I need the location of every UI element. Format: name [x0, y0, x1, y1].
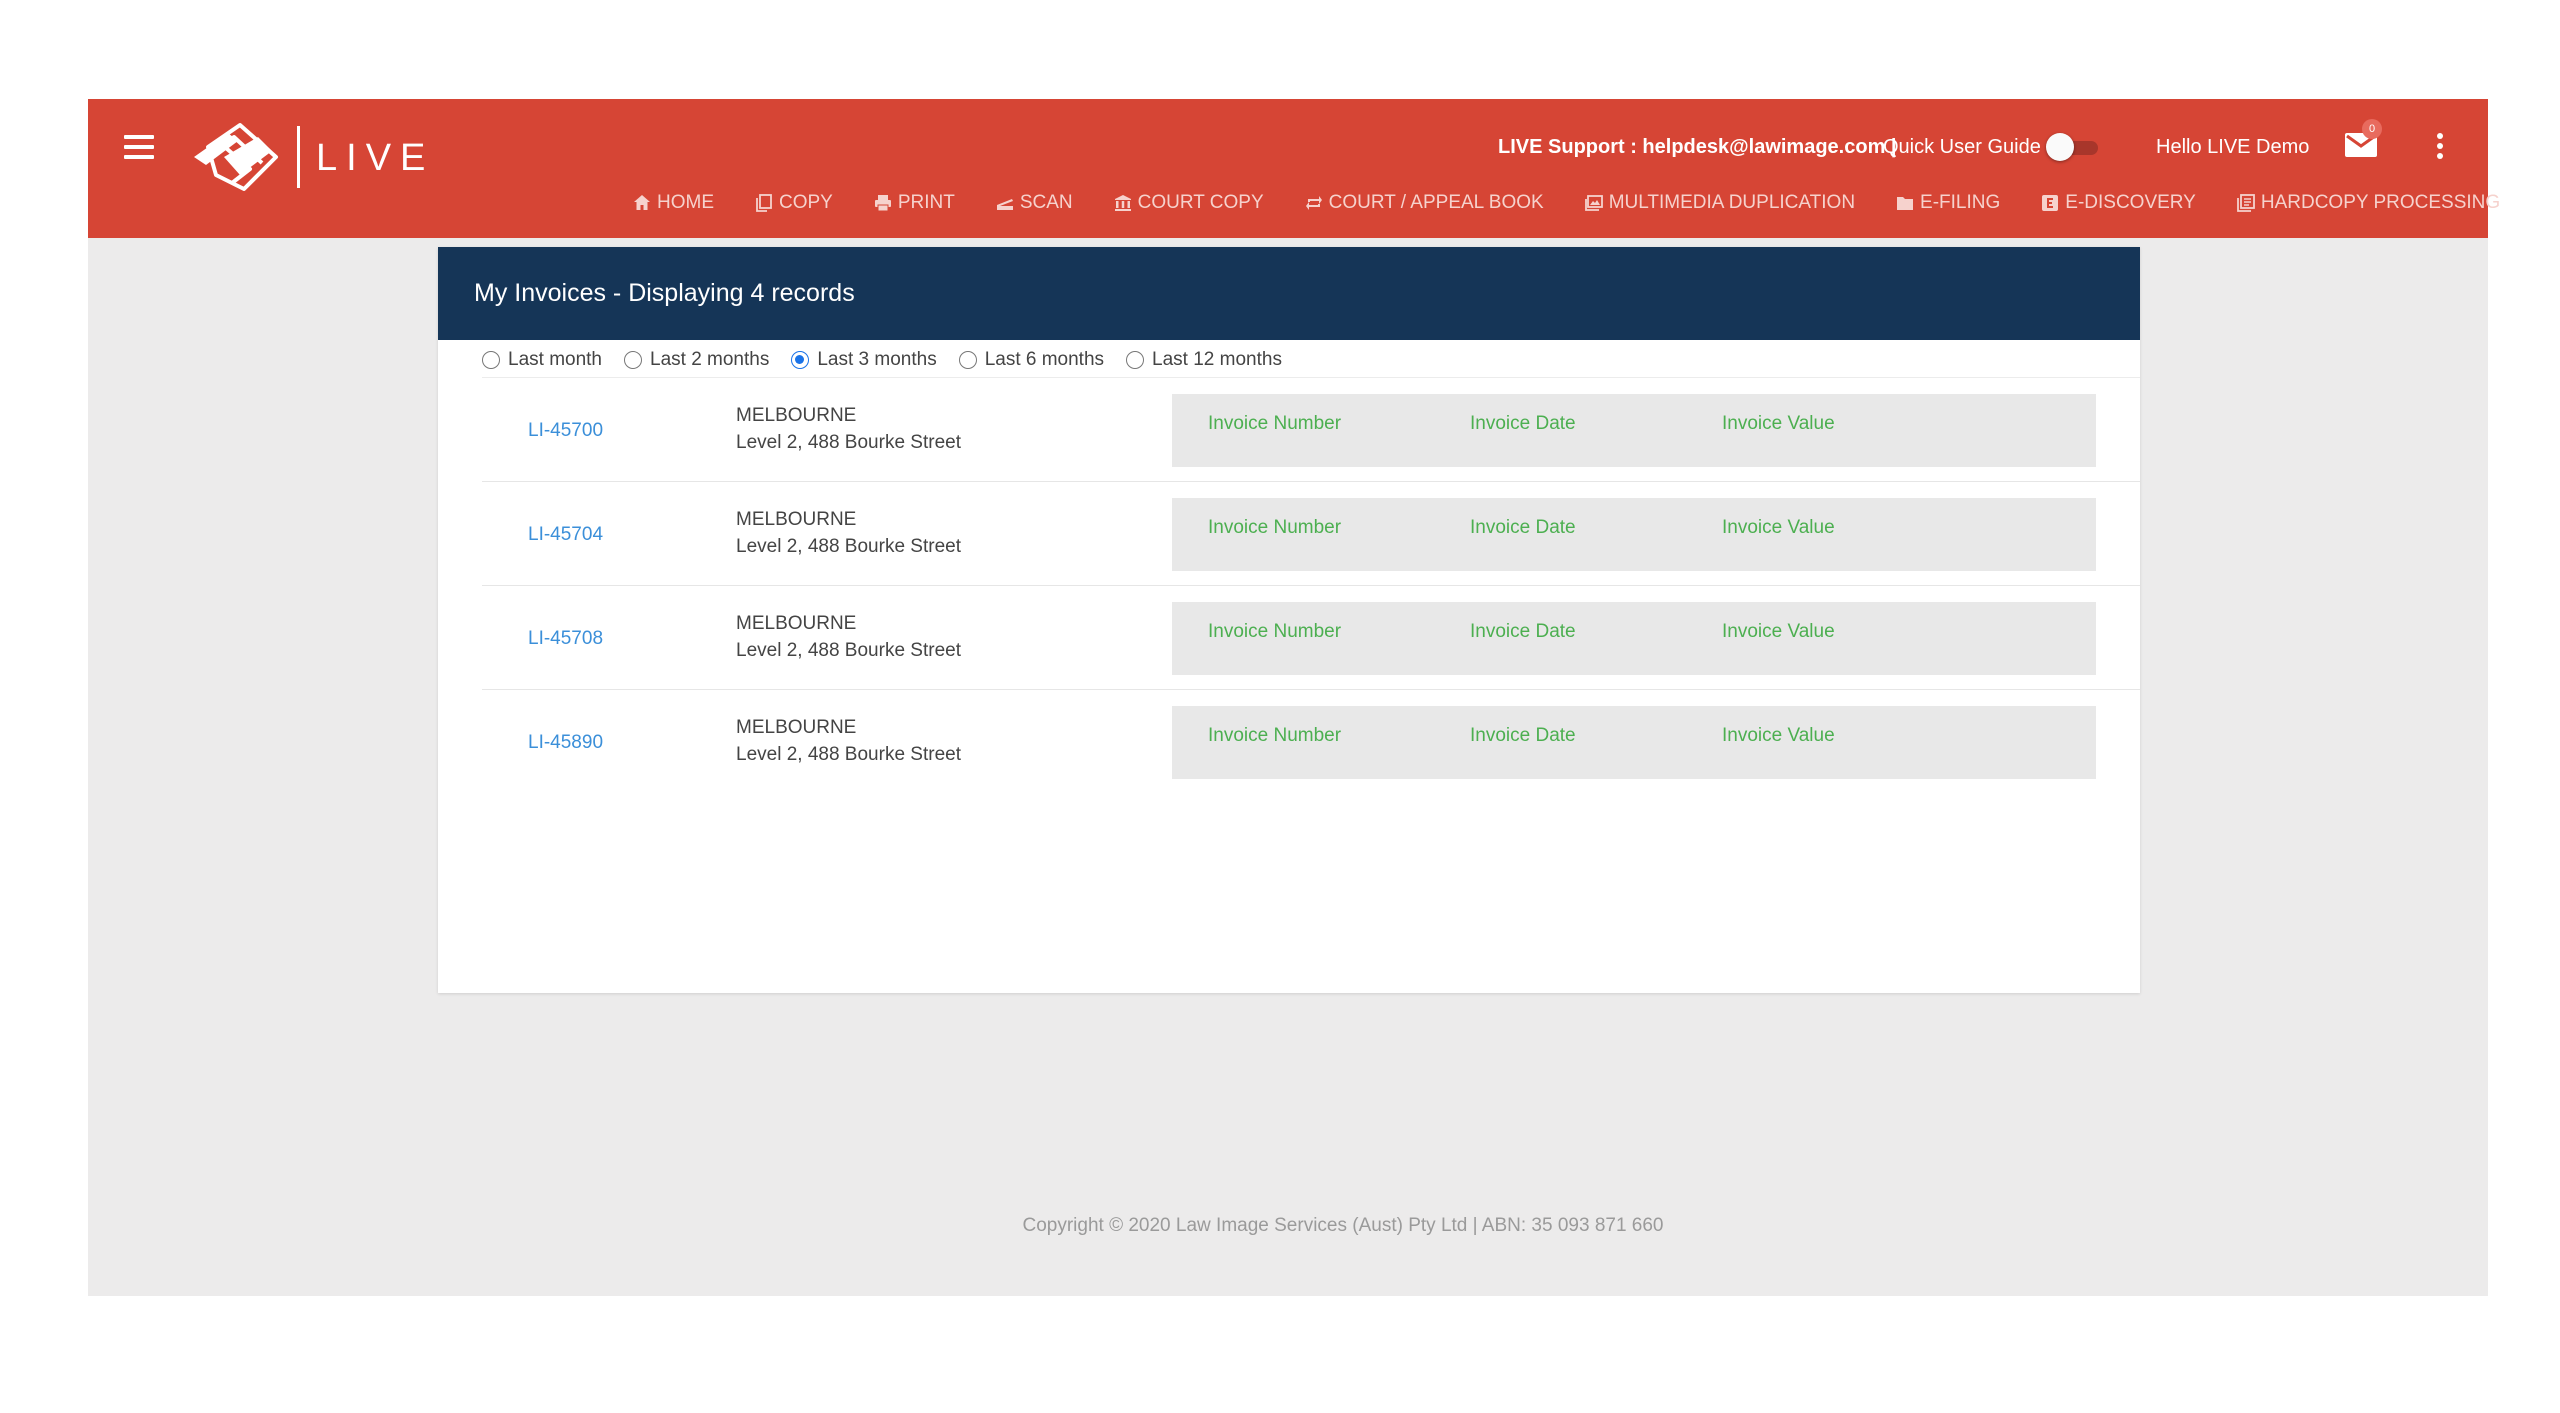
invoice-value-label: Invoice Value: [1722, 725, 1835, 746]
address-city: MELBOURNE: [736, 509, 857, 530]
invoice-row: LI-45704 MELBOURNE Level 2, 488 Bourke Str…: [482, 482, 2140, 586]
invoice-value-label: Invoice Value: [1722, 517, 1835, 538]
radio-button[interactable]: [624, 351, 642, 369]
main-nav: HOME COPY PRINT SCAN COURT COPY COURT / APPEA…: [632, 190, 2500, 216]
invoice-number-label: Invoice Number: [1208, 517, 1342, 538]
invoice-row: LI-45700 MELBOURNE Level 2, 488 Bourke Str…: [482, 378, 2140, 482]
nav-item-e-discovery[interactable]: E-DISCOVERY: [2040, 192, 2196, 214]
address-city: MELBOURNE: [736, 613, 857, 634]
invoice-date-label: Invoice Date: [1470, 621, 1576, 642]
radio-button[interactable]: [958, 351, 977, 369]
nav-item-e-filing[interactable]: E-FILING: [1895, 192, 2000, 214]
nav-item-label: HOME: [657, 192, 714, 213]
filter-last-2-months[interactable]: Last 2 months: [624, 349, 769, 371]
top-bar: LIVE LIVE Support : helpdesk@lawimage.co…: [88, 99, 2500, 238]
nav-item-label: E-FILING: [1920, 192, 2001, 213]
nav-item-court-appeal-book[interactable]: COURT / APPEAL BOOK: [1304, 192, 1544, 214]
address-city: MELBOURNE: [736, 717, 857, 738]
nav-item-label: HARDCOPY PROCESSING: [2260, 192, 2501, 213]
nav-item-label: COURT / APPEAL BOOK: [1328, 192, 1544, 213]
job-address: MELBOURNE Level 2, 488 Bourke Street: [736, 506, 961, 560]
date-range-filters: Last month Last 2 months Last 3 months Last…: [482, 345, 1304, 375]
invoice-value-label: Invoice Value: [1722, 413, 1835, 434]
user-greeting: Hello LIVE Demo: [2156, 136, 2310, 158]
nav-item-scan[interactable]: SCAN: [995, 192, 1073, 214]
more-options-icon[interactable]: [2434, 133, 2446, 161]
footer-copyright: Copyright © 2020 Law Image Services (Aus…: [1022, 1215, 1664, 1236]
logo-icon: [194, 123, 278, 191]
e-icon: [2040, 193, 2060, 213]
invoices-card: My Invoices - Displaying 4 records Last …: [438, 247, 2140, 993]
invoice-row: LI-45708 MELBOURNE Level 2, 488 Bourke Str…: [482, 586, 2140, 690]
filter-last-month[interactable]: Last month: [482, 349, 602, 371]
support-text[interactable]: LIVE Support : helpdesk@lawimage.com |: [1498, 136, 1897, 159]
invoice-details: Invoice Number Invoice Date Invoice Value: [1172, 602, 2096, 675]
nav-item-label: COPY: [779, 192, 833, 213]
invoice-row: LI-45890 MELBOURNE Level 2, 488 Bourke Str…: [482, 690, 2140, 794]
radio-button[interactable]: [482, 351, 500, 369]
invoice-number-label: Invoice Number: [1208, 621, 1342, 642]
home-icon: [632, 193, 652, 213]
menu-icon[interactable]: [124, 135, 154, 159]
nav-item-label: MULTIMEDIA DUPLICATION: [1608, 192, 1856, 213]
address-street: Level 2, 488 Bourke Street: [736, 536, 961, 557]
invoice-number-label: Invoice Number: [1208, 413, 1342, 434]
invoice-date-label: Invoice Date: [1470, 413, 1576, 434]
radio-button[interactable]: [1126, 351, 1145, 369]
invoice-number-label: Invoice Number: [1208, 725, 1342, 746]
job-number-link[interactable]: LI-45704: [528, 524, 603, 546]
address-street: Level 2, 488 Bourke Street: [736, 744, 961, 765]
folder-icon: [1895, 193, 1915, 213]
scan-icon: [995, 193, 1015, 213]
job-address: MELBOURNE Level 2, 488 Bourke Street: [736, 714, 961, 768]
nav-item-copy[interactable]: COPY: [754, 192, 833, 214]
mail-count-badge: 0: [2362, 119, 2382, 139]
repeat-icon: [1304, 193, 1324, 213]
invoice-list: LI-45700 MELBOURNE Level 2, 488 Bourke Str…: [482, 378, 2140, 794]
invoice-value-label: Invoice Value: [1722, 621, 1835, 642]
filter-label: Last 3 months: [817, 349, 937, 370]
quick-user-guide-toggle[interactable]: [2046, 132, 2102, 162]
nav-item-print[interactable]: PRINT: [873, 192, 955, 214]
job-number-link[interactable]: LI-45890: [528, 732, 603, 754]
invoice-date-label: Invoice Date: [1470, 725, 1576, 746]
job-number-link[interactable]: LI-45708: [528, 628, 603, 650]
nav-item-home[interactable]: HOME: [632, 192, 714, 214]
nav-item-court-copy[interactable]: COURT COPY: [1113, 192, 1264, 214]
photos-icon: [1584, 193, 1604, 213]
nav-item-hardcopy-processing[interactable]: HARDCOPY PROCESSING: [2236, 192, 2500, 214]
filter-last-6-months[interactable]: Last 6 months: [958, 349, 1105, 371]
documents-icon: [2236, 193, 2256, 213]
job-address: MELBOURNE Level 2, 488 Bourke Street: [736, 402, 961, 456]
invoice-details: Invoice Number Invoice Date Invoice Value: [1172, 706, 2096, 779]
nav-item-label: COURT COPY: [1137, 192, 1264, 213]
invoice-date-label: Invoice Date: [1470, 517, 1576, 538]
filter-last-12-months[interactable]: Last 12 months: [1126, 349, 1282, 371]
court-icon: [1113, 193, 1133, 213]
page-title: My Invoices - Displaying 4 records: [438, 247, 2140, 340]
print-icon: [873, 193, 893, 213]
nav-item-label: SCAN: [1019, 192, 1073, 213]
invoice-details: Invoice Number Invoice Date Invoice Value: [1172, 394, 2096, 467]
address-city: MELBOURNE: [736, 405, 857, 426]
filter-label: Last 12 months: [1152, 349, 1282, 370]
nav-item-label: E-DISCOVERY: [2065, 192, 2196, 213]
job-number-link[interactable]: LI-45700: [528, 420, 603, 442]
logo-divider: [297, 126, 300, 188]
address-street: Level 2, 488 Bourke Street: [736, 640, 961, 661]
invoice-details: Invoice Number Invoice Date Invoice Value: [1172, 498, 2096, 571]
nav-item-multimedia-duplication[interactable]: MULTIMEDIA DUPLICATION: [1584, 192, 1855, 214]
filter-label: Last month: [508, 349, 602, 370]
radio-button[interactable]: [791, 351, 810, 369]
filter-label: Last 6 months: [984, 349, 1105, 370]
job-address: MELBOURNE Level 2, 488 Bourke Street: [736, 610, 961, 664]
quick-user-guide-label: Quick User Guide: [1883, 136, 2041, 158]
logo-text: LIVE: [316, 137, 435, 179]
filter-label: Last 2 months: [650, 349, 770, 370]
nav-item-label: PRINT: [897, 192, 955, 213]
copy-icon: [754, 193, 774, 213]
address-street: Level 2, 488 Bourke Street: [736, 432, 961, 453]
app-window: LIVE LIVE Support : helpdesk@lawimage.co…: [88, 99, 2500, 1296]
filter-last-3-months[interactable]: Last 3 months: [791, 349, 937, 371]
